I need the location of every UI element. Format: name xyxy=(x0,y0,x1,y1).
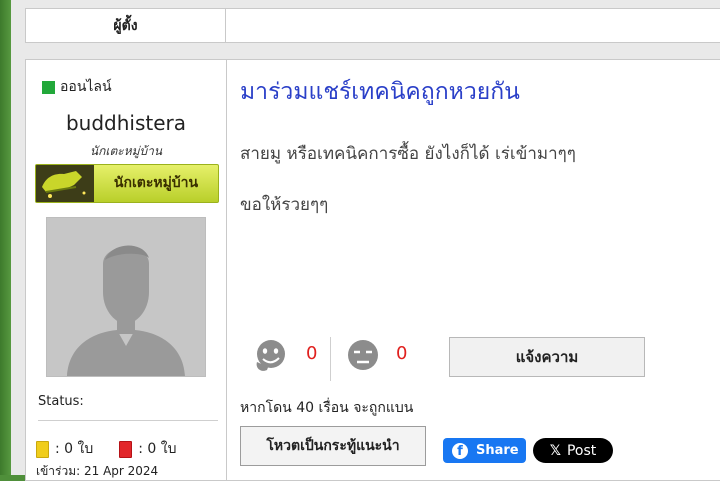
join-date: เข้าร่วม: 21 Apr 2024 xyxy=(36,464,159,478)
dislike-count: 0 xyxy=(396,343,408,364)
online-status: ออนไลน์ xyxy=(42,76,112,98)
x-post-button[interactable]: 𝕏 Post xyxy=(533,438,613,463)
yellow-card-icon xyxy=(36,440,49,458)
status-label: Status: xyxy=(38,394,84,409)
ban-warning: หากโดน 40 เรื่อน จะถูกแบน xyxy=(240,400,414,416)
like-face-icon[interactable] xyxy=(253,338,289,374)
header-starter-label: ผู้ตั้ง xyxy=(26,9,226,42)
topic-header-row: ผู้ตั้ง xyxy=(25,8,720,43)
facebook-icon: f xyxy=(452,442,468,459)
online-dot-icon xyxy=(42,80,55,94)
dislike-face-icon[interactable] xyxy=(345,338,381,374)
user-rank: นักเตะหมู่บ้าน xyxy=(89,144,163,158)
rank-badge: นักเตะหมู่บ้าน xyxy=(35,164,219,203)
red-card-count: : 0 ใบ xyxy=(138,441,177,457)
x-logo-icon: 𝕏 xyxy=(549,442,561,459)
report-button[interactable]: แจ้งความ xyxy=(449,337,645,377)
facebook-share-button[interactable]: f Share xyxy=(443,438,526,463)
share-label: Share xyxy=(476,443,519,458)
card-stats: : 0 ใบ : 0 ใบ xyxy=(36,438,177,460)
red-card-icon xyxy=(119,440,133,458)
post-label: Post xyxy=(566,442,597,459)
post-paragraph: สายมู หรือเทคนิคการซื้อ ยังไงก็ได้ เร่เข… xyxy=(240,144,576,164)
sidebar-divider xyxy=(38,420,218,421)
post-container: ออนไลน์ buddhistera นักเตะหมู่บ้าน นักเต… xyxy=(25,59,720,481)
recommend-vote-button[interactable]: โหวตเป็นกระทู้แนะนำ xyxy=(240,426,426,466)
online-text: ออนไลน์ xyxy=(60,79,112,95)
post-body: มาร่วมแชร์เทคนิคถูกหวยกัน สายมู หรือเทคน… xyxy=(226,60,720,480)
user-sidebar: ออนไลน์ buddhistera นักเตะหมู่บ้าน นักเต… xyxy=(26,60,227,480)
post-title: มาร่วมแชร์เทคนิคถูกหวยกัน xyxy=(240,79,520,105)
avatar[interactable] xyxy=(46,217,206,377)
yellow-card-count: : 0 ใบ xyxy=(55,441,94,457)
post-paragraph: ขอให้รวยๆๆ xyxy=(240,195,329,215)
rank-badge-label: นักเตะหมู่บ้าน xyxy=(113,175,199,191)
boot-icon xyxy=(36,165,94,202)
reaction-separator xyxy=(330,337,331,381)
like-count: 0 xyxy=(306,343,318,364)
username[interactable]: buddhistera xyxy=(26,111,226,135)
